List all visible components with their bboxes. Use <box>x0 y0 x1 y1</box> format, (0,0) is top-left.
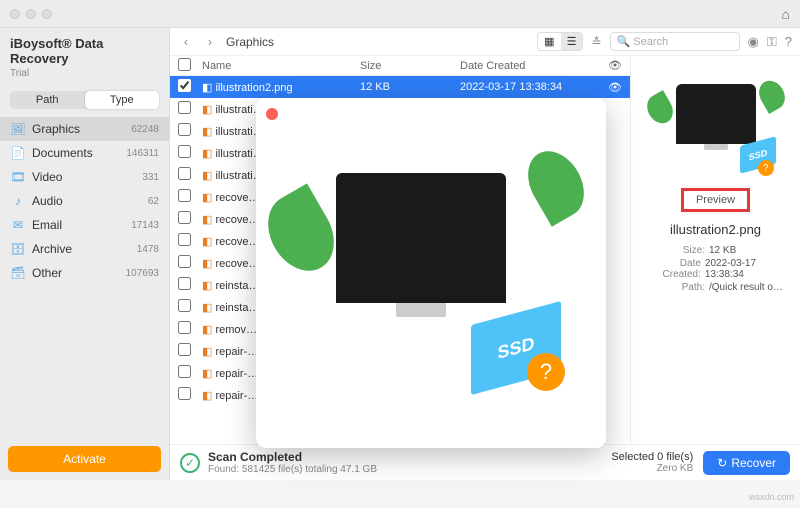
category-count: 146311 <box>126 148 159 159</box>
list-view-icon[interactable]: ☰ <box>561 33 583 50</box>
preview-button[interactable]: Preview <box>681 188 750 212</box>
sidebar-item-other[interactable]: 🗃 Other107693 <box>0 261 169 285</box>
nav-back-icon[interactable]: ‹ <box>178 35 194 49</box>
file-name: ◧ illustration2.png <box>198 81 360 94</box>
home-icon[interactable]: ⌂ <box>782 6 790 22</box>
selection-summary: Selected 0 file(s) Zero KB <box>611 451 693 474</box>
search-icon: 🔍 <box>617 35 631 48</box>
sidebar-item-video[interactable]: 🎞 Video331 <box>0 165 169 189</box>
category-label: Archive <box>32 242 137 256</box>
row-checkbox[interactable] <box>178 277 191 290</box>
col-preview-icon: 👁 <box>600 59 630 72</box>
max-dot[interactable] <box>42 9 52 19</box>
key-icon[interactable]: ⚿ <box>767 34 777 50</box>
col-date[interactable]: Date Created <box>460 60 600 72</box>
row-checkbox[interactable] <box>178 365 191 378</box>
category-icon: 🗃 <box>10 266 26 280</box>
row-checkbox[interactable] <box>178 123 191 136</box>
file-date: 2022-03-17 13:38:34 <box>460 81 600 93</box>
seg-type[interactable]: Type <box>85 91 160 109</box>
row-checkbox[interactable] <box>178 299 191 312</box>
view-mode-segment[interactable]: ▦ ☰ <box>537 32 583 51</box>
category-count: 331 <box>142 172 159 183</box>
camera-icon[interactable]: ◉ <box>748 34 759 50</box>
row-checkbox[interactable] <box>178 167 191 180</box>
min-dot[interactable] <box>26 9 36 19</box>
category-label: Graphics <box>32 122 131 136</box>
row-checkbox[interactable] <box>178 189 191 202</box>
window-controls[interactable] <box>10 9 52 19</box>
col-size[interactable]: Size <box>360 60 460 72</box>
path-type-segment[interactable]: Path Type <box>10 91 159 109</box>
category-count: 17143 <box>131 220 159 231</box>
row-checkbox[interactable] <box>178 145 191 158</box>
quicklook-popover[interactable]: SSD ? <box>256 98 606 448</box>
breadcrumb: Graphics <box>226 35 274 49</box>
popover-close-icon[interactable] <box>266 108 278 120</box>
preview-meta: Size:12 KB Date Created:2022-03-17 13:38… <box>639 245 792 295</box>
sidebar-item-email[interactable]: ✉ Email17143 <box>0 213 169 237</box>
category-label: Email <box>32 218 131 232</box>
row-checkbox[interactable] <box>178 233 191 246</box>
category-icon: 📄 <box>10 146 26 160</box>
scan-complete-icon: ✓ <box>180 453 200 473</box>
category-label: Video <box>32 170 142 184</box>
category-label: Audio <box>32 194 148 208</box>
category-icon: 🖼 <box>10 122 26 136</box>
popover-image: SSD ? <box>291 163 571 383</box>
nav-forward-icon[interactable]: › <box>202 35 218 49</box>
close-dot[interactable] <box>10 9 20 19</box>
category-count: 62248 <box>131 124 159 135</box>
category-label: Other <box>32 266 126 280</box>
sidebar-item-documents[interactable]: 📄 Documents146311 <box>0 141 169 165</box>
grid-view-icon[interactable]: ▦ <box>538 33 560 50</box>
scan-status: Scan Completed Found: 581425 file(s) tot… <box>208 450 377 475</box>
row-checkbox[interactable] <box>178 343 191 356</box>
category-label: Documents <box>32 146 126 160</box>
preview-filename: illustration2.png <box>670 222 761 237</box>
sidebar-item-audio[interactable]: ♪ Audio62 <box>0 189 169 213</box>
app-title: iBoysoft® Data Recovery <box>0 28 169 68</box>
row-checkbox[interactable] <box>178 387 191 400</box>
row-checkbox[interactable] <box>178 255 191 268</box>
watermark: wsxdn.com <box>749 492 794 502</box>
row-checkbox[interactable] <box>178 321 191 334</box>
category-icon: ✉ <box>10 218 26 232</box>
col-name[interactable]: Name <box>198 60 360 72</box>
category-count: 62 <box>148 196 159 207</box>
category-count: 1478 <box>137 244 159 255</box>
category-icon: ♪ <box>10 194 26 208</box>
sidebar-item-graphics[interactable]: 🖼 Graphics62248 <box>0 117 169 141</box>
row-checkbox[interactable] <box>178 211 191 224</box>
recover-button[interactable]: ↻ Recover <box>703 451 790 475</box>
preview-thumbnail: SSD ? <box>656 84 776 174</box>
category-icon: 🗄 <box>10 242 26 256</box>
search-input[interactable]: 🔍 Search <box>610 32 740 51</box>
file-size: 12 KB <box>360 81 460 93</box>
category-icon: 🎞 <box>10 170 26 184</box>
preview-eye-icon[interactable]: 👁 <box>600 81 630 94</box>
row-checkbox[interactable] <box>178 79 191 92</box>
category-count: 107693 <box>126 268 159 279</box>
recover-icon: ↻ <box>717 456 727 470</box>
edition-label: Trial <box>0 68 169 87</box>
filter-icon[interactable]: ≛ <box>591 35 601 49</box>
select-all-checkbox[interactable] <box>178 58 191 71</box>
sidebar-item-archive[interactable]: 🗄 Archive1478 <box>0 237 169 261</box>
row-checkbox[interactable] <box>178 101 191 114</box>
help-icon[interactable]: ? <box>785 34 792 49</box>
activate-button[interactable]: Activate <box>8 446 161 472</box>
table-row[interactable]: ◧ illustration2.png12 KB2022-03-17 13:38… <box>170 76 630 98</box>
seg-path[interactable]: Path <box>10 91 85 109</box>
